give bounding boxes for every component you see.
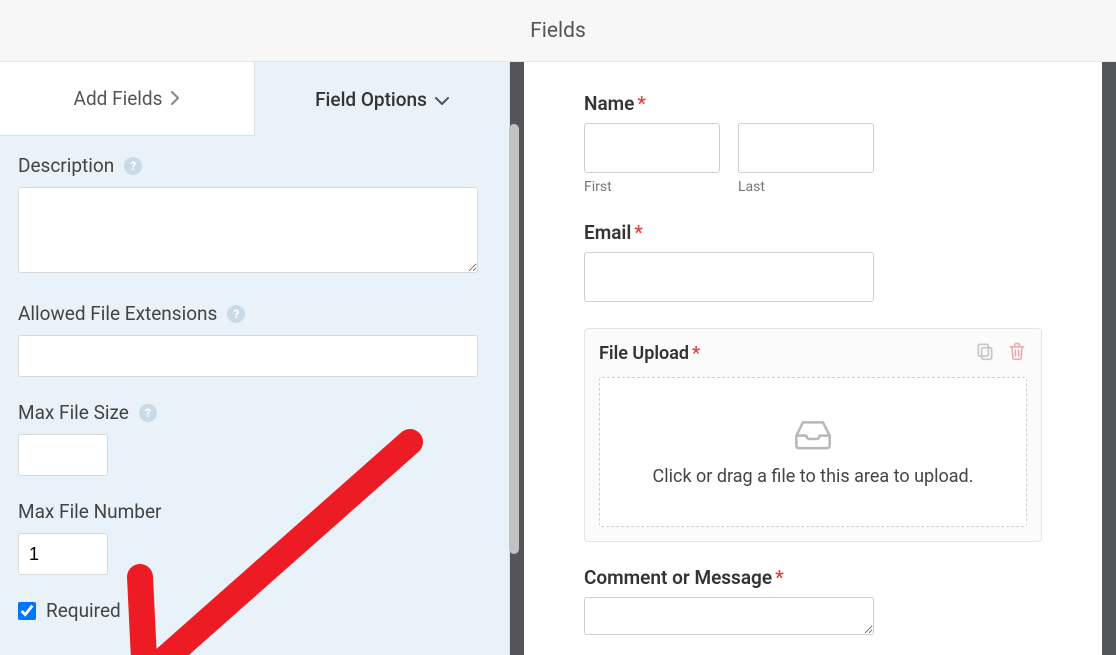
max-size-input[interactable]: [18, 434, 108, 476]
email-field[interactable]: Email*: [584, 221, 1042, 302]
main-area: Add Fields Field Options Description ?: [0, 62, 1116, 655]
required-star-icon: *: [637, 92, 646, 115]
email-label: Email*: [584, 221, 1042, 244]
comment-label: Comment or Message*: [584, 566, 1042, 589]
comment-textarea[interactable]: [584, 597, 874, 635]
form-preview: Name* First Last Email*: [524, 62, 1102, 655]
required-star-icon: *: [775, 566, 784, 589]
left-scroll-thumb[interactable]: [509, 124, 519, 554]
required-checkbox[interactable]: [18, 602, 36, 620]
file-dropzone[interactable]: Click or drag a file to this area to upl…: [599, 377, 1027, 527]
help-icon[interactable]: ?: [139, 404, 157, 422]
field-options-panel: Description ? Allowed File Extensions ? …: [0, 136, 509, 652]
last-name-input[interactable]: [738, 123, 874, 173]
required-star-icon: *: [634, 221, 643, 244]
comment-field[interactable]: Comment or Message*: [584, 566, 1042, 639]
top-bar: Fields: [0, 0, 1116, 62]
required-star-icon: *: [692, 343, 700, 364]
tab-field-options-label: Field Options: [315, 88, 427, 111]
max-size-group: Max File Size ?: [18, 401, 491, 476]
first-name-input[interactable]: [584, 123, 720, 173]
last-name-sublabel: Last: [738, 179, 874, 195]
description-label: Description: [18, 154, 114, 177]
chevron-right-icon: [170, 87, 180, 110]
top-bar-title: Fields: [530, 19, 586, 43]
chevron-down-icon: [435, 88, 449, 111]
help-icon[interactable]: ?: [124, 157, 142, 175]
help-icon[interactable]: ?: [131, 602, 149, 620]
max-number-label: Max File Number: [18, 500, 161, 523]
required-row: Required ?: [18, 599, 491, 622]
description-textarea[interactable]: [18, 187, 478, 273]
right-chrome: Name* First Last Email*: [510, 62, 1116, 655]
help-icon[interactable]: ?: [227, 305, 245, 323]
duplicate-icon[interactable]: [975, 341, 995, 365]
tab-add-fields-label: Add Fields: [74, 87, 163, 110]
name-label: Name*: [584, 92, 1042, 115]
required-label: Required: [46, 599, 121, 622]
max-number-group: Max File Number: [18, 500, 491, 575]
description-group: Description ?: [18, 154, 491, 278]
tab-bar: Add Fields Field Options: [0, 62, 509, 136]
allowed-ext-input[interactable]: [18, 335, 478, 377]
tab-add-fields[interactable]: Add Fields: [0, 62, 255, 136]
dropzone-text: Click or drag a file to this area to upl…: [653, 466, 974, 487]
allowed-ext-group: Allowed File Extensions ?: [18, 302, 491, 377]
trash-icon[interactable]: [1007, 341, 1027, 365]
max-size-label: Max File Size: [18, 401, 129, 424]
left-panel: Add Fields Field Options Description ?: [0, 62, 510, 655]
allowed-ext-label: Allowed File Extensions: [18, 302, 217, 325]
tab-field-options[interactable]: Field Options: [255, 62, 509, 136]
inbox-icon: [793, 417, 833, 456]
name-field[interactable]: Name* First Last: [584, 92, 1042, 195]
file-upload-label: File Upload*: [599, 343, 700, 364]
max-number-input[interactable]: [18, 533, 108, 575]
file-upload-field[interactable]: File Upload* Click or: [584, 328, 1042, 542]
email-input[interactable]: [584, 252, 874, 302]
first-name-sublabel: First: [584, 179, 720, 195]
